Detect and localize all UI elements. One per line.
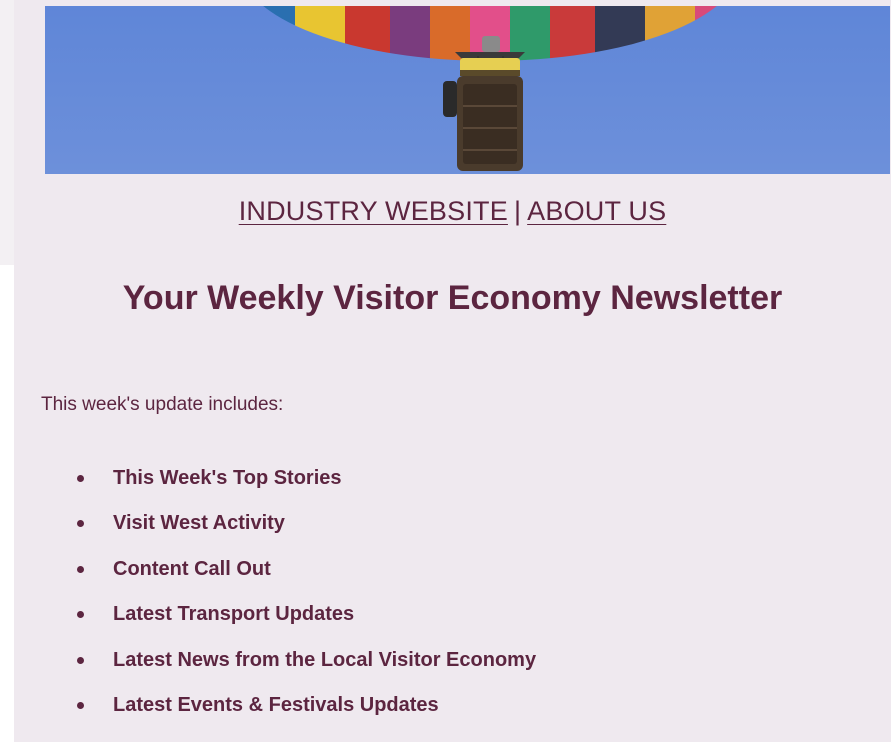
bullet-icon bbox=[77, 475, 84, 482]
topics-list: This Week's Top Stories Visit West Activ… bbox=[14, 460, 536, 732]
newsletter-title: Your Weekly Visitor Economy Newsletter bbox=[122, 279, 783, 317]
list-item-label: Content Call Out bbox=[113, 557, 271, 580]
list-item: Content Call Out bbox=[14, 551, 536, 596]
newsletter-body: INDUSTRY WEBSITE | ABOUT US Your Weekly Vi… bbox=[14, 0, 891, 742]
list-item-label: Visit West Activity bbox=[113, 512, 285, 535]
bullet-icon bbox=[77, 701, 84, 709]
list-item: Latest News from the Local Visitor Econo… bbox=[14, 642, 536, 687]
list-item: This Week's Top Stories bbox=[14, 460, 536, 505]
list-item-label: Latest Events & Festivals Updates bbox=[113, 693, 439, 716]
bullet-icon bbox=[77, 565, 84, 573]
hot-air-balloon-image bbox=[45, 6, 890, 174]
intro-text: This week's update includes: bbox=[41, 394, 284, 415]
list-item: Visit West Activity bbox=[14, 505, 536, 550]
list-item-label: This Week's Top Stories bbox=[113, 467, 342, 489]
list-item: Latest Transport Updates bbox=[14, 596, 536, 641]
list-item-label: Latest Transport Updates bbox=[113, 603, 355, 626]
list-item: Latest Events & Festivals Updates bbox=[14, 687, 536, 732]
list-item-label: Latest News from the Local Visitor Econo… bbox=[113, 648, 537, 671]
industry-website-link[interactable]: INDUSTRY WEBSITE bbox=[239, 196, 508, 226]
header-nav: INDUSTRY WEBSITE | ABOUT US bbox=[14, 196, 891, 227]
page-margin bbox=[0, 0, 14, 265]
bullet-icon bbox=[77, 656, 84, 664]
nav-separator: | bbox=[513, 196, 522, 226]
bullet-icon bbox=[77, 520, 84, 528]
bullet-icon bbox=[77, 611, 84, 619]
hero-image bbox=[45, 6, 890, 174]
about-us-link[interactable]: ABOUT US bbox=[527, 196, 666, 226]
